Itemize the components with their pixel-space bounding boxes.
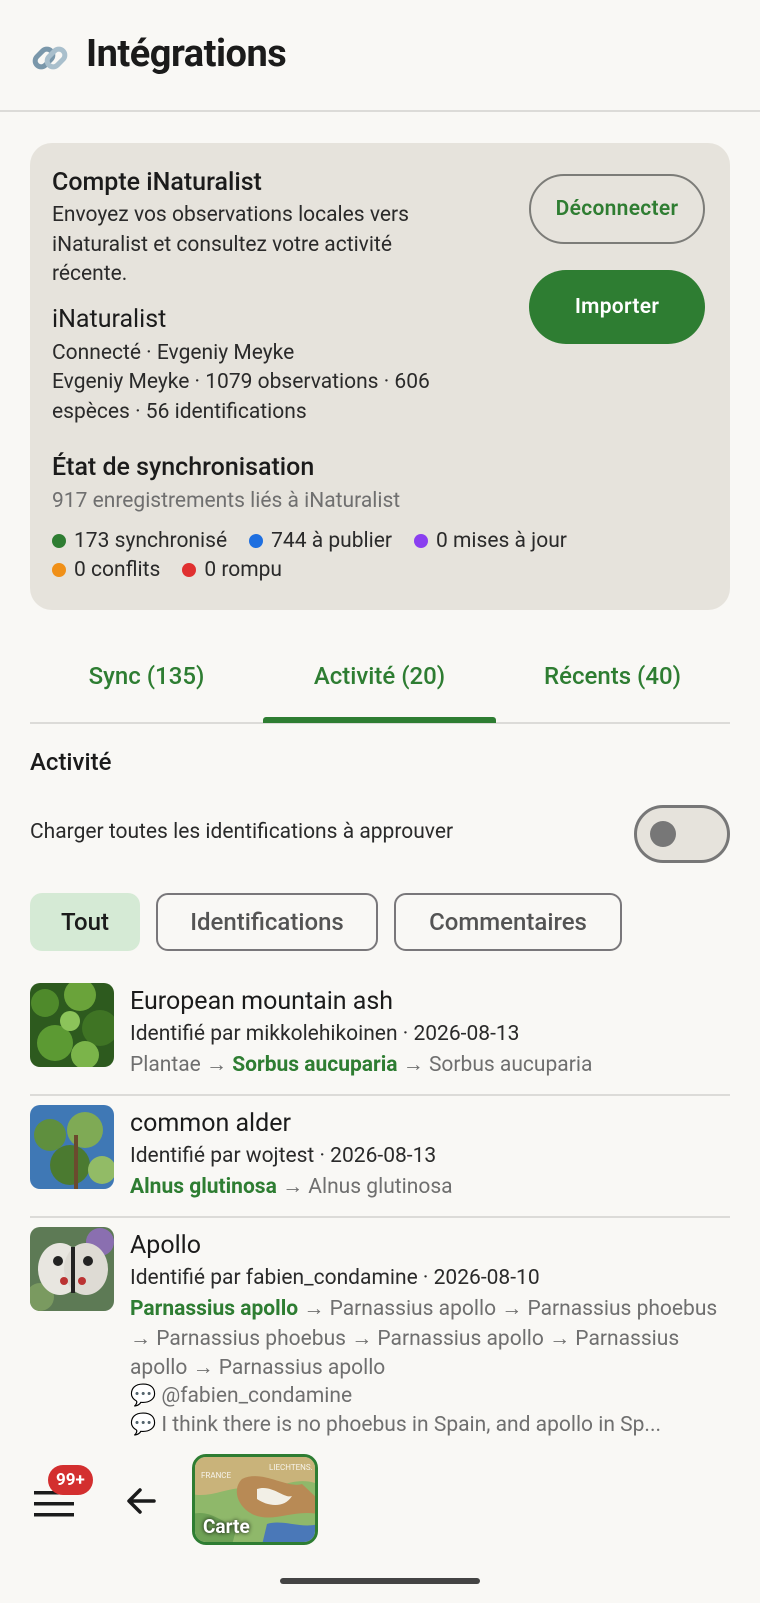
comment-mention: 💬 @fabien_condamine — [130, 1384, 353, 1408]
conflicts-dot-icon — [52, 563, 66, 577]
map-label-liechtenstein: LIECHTENS. — [269, 1463, 313, 1472]
species-name: European mountain ash — [130, 987, 394, 1016]
activity-section-title: Activité — [30, 748, 112, 776]
tab-recent[interactable]: Récents (40) — [496, 630, 729, 722]
legend-broken: 0 rompu — [182, 558, 282, 582]
service-name: iNaturalist — [52, 305, 167, 334]
sync-state-subtitle: 917 enregistrements liés à iNaturalist — [52, 489, 401, 513]
sync-state-title: État de synchronisation — [52, 453, 315, 482]
account-title: Compte iNaturalist — [52, 168, 262, 197]
taxon-highlight[interactable]: Parnassius apollo — [130, 1297, 298, 1321]
load-identifications-label: Charger toutes les identifications à app… — [30, 820, 454, 844]
selected-tab-indicator — [263, 717, 496, 723]
alder-thumbnail — [30, 1105, 114, 1189]
updates-dot-icon — [414, 534, 428, 548]
link-icon — [32, 46, 68, 70]
import-button[interactable]: Importer — [529, 270, 705, 344]
taxon-chain: Parnassius apollo → Parnassius apollo → … — [130, 1297, 718, 1380]
comment-text: 💬 I think there is no phoebus in Spain, … — [130, 1413, 662, 1437]
activity-item[interactable]: common alder Identifié par wojtest · 202… — [30, 1105, 730, 1205]
tab-bar: Sync (135) Activité (20) Récents (40) — [30, 630, 730, 724]
load-identifications-switch[interactable] — [634, 805, 730, 863]
activity-item[interactable]: European mountain ash Identifié par mikk… — [30, 983, 730, 1083]
identified-by: Identifié par fabien_condamine · 2026-08… — [130, 1266, 540, 1290]
tab-activity[interactable]: Activité (20) — [263, 630, 496, 722]
species-name: Apollo — [130, 1231, 202, 1260]
taxon-highlight[interactable]: Sorbus aucuparia — [232, 1053, 397, 1077]
legend-synced: 173 synchronisé — [52, 529, 227, 553]
notification-badge: 99+ — [48, 1465, 93, 1495]
legend-to-publish: 744 à publier — [249, 529, 392, 553]
divider — [30, 1094, 730, 1096]
switch-knob — [650, 821, 676, 847]
filter-chip-comments[interactable]: Commentaires — [394, 893, 622, 951]
divider — [30, 1216, 730, 1218]
app-bar: Intégrations — [0, 0, 760, 112]
account-description: Envoyez vos observations locales vers iN… — [52, 203, 409, 286]
map-label-france: FRANCE — [201, 1471, 232, 1480]
broken-dot-icon — [182, 563, 197, 577]
sync-legend-row-2: 0 conflits 0 rompu — [52, 558, 282, 582]
page-title: Intégrations — [86, 32, 287, 76]
synced-dot-icon — [52, 534, 66, 548]
activity-item[interactable]: Apollo Identifié par fabien_condamine · … — [30, 1227, 730, 1437]
connection-status: Connecté · Evgeniy Meyke — [52, 341, 295, 365]
identified-by: Identifié par wojtest · 2026-08-13 — [130, 1144, 437, 1168]
legend-conflicts: 0 conflits — [52, 558, 160, 582]
identified-by: Identifié par mikkolehikoinen · 2026-08-… — [130, 1022, 520, 1046]
filter-chip-identifications[interactable]: Identifications — [156, 893, 378, 951]
tab-sync[interactable]: Sync (135) — [30, 630, 263, 722]
sync-legend-row-1: 173 synchronisé 744 à publier 0 mises à … — [52, 529, 567, 553]
disconnect-button[interactable]: Déconnecter — [529, 174, 705, 244]
legend-updates: 0 mises à jour — [414, 529, 567, 553]
taxon-chain: Alnus glutinosa → Alnus glutinosa — [130, 1175, 453, 1199]
account-stats: Evgeniy Meyke · 1079 observations · 606 … — [52, 370, 430, 424]
species-name: common alder — [130, 1109, 291, 1138]
to-publish-dot-icon — [249, 534, 264, 548]
apollo-thumbnail — [30, 1227, 114, 1311]
map-button-label: Carte — [203, 1515, 250, 1538]
inaturalist-account-card: Compte iNaturalist Envoyez vos observati… — [30, 143, 730, 610]
taxon-highlight[interactable]: Alnus glutinosa — [130, 1175, 277, 1199]
sorbus-thumbnail — [30, 983, 114, 1067]
back-arrow-icon[interactable] — [124, 1483, 160, 1519]
home-indicator[interactable] — [280, 1578, 480, 1584]
map-button[interactable]: FRANCE LIECHTENS. Carte — [192, 1454, 318, 1545]
filter-chip-all[interactable]: Tout — [30, 893, 140, 951]
taxon-chain: Plantae → Sorbus aucuparia → Sorbus aucu… — [130, 1053, 593, 1077]
